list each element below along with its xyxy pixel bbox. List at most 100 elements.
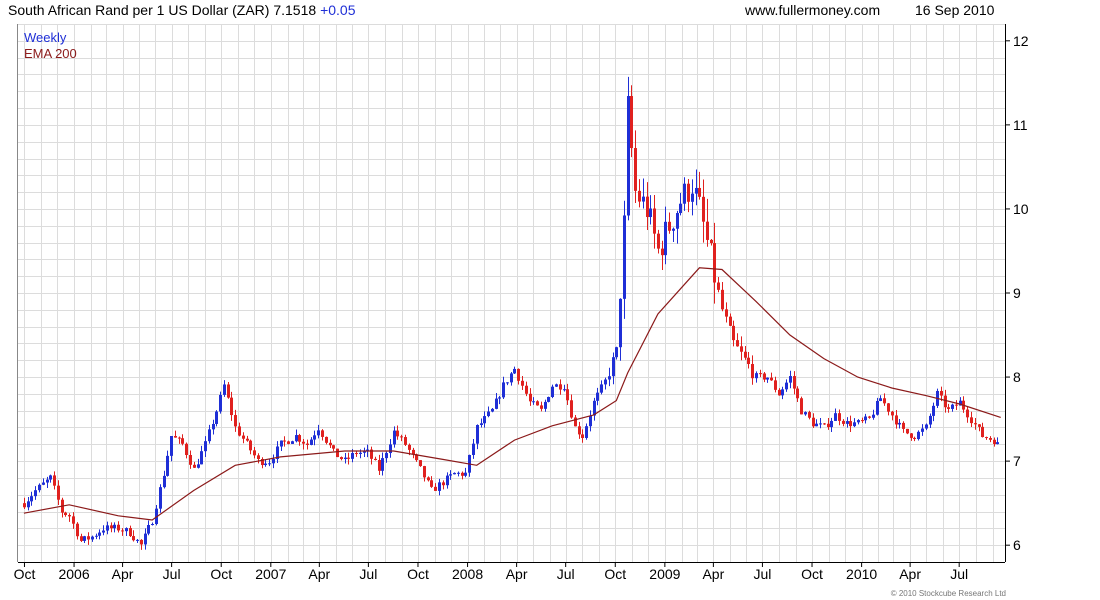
candle-body <box>83 536 86 541</box>
candle-body <box>332 445 335 449</box>
candle-body <box>498 397 501 399</box>
candle-body <box>457 472 460 474</box>
candle-body <box>125 528 128 532</box>
candle-body <box>713 243 716 283</box>
x-tick-label: 2009 <box>649 566 680 582</box>
candle-body <box>321 430 324 437</box>
candle-body <box>929 415 932 425</box>
candle-body <box>913 437 916 440</box>
y-tick-label: 6 <box>1013 537 1021 553</box>
candle-body <box>532 401 535 403</box>
candle-body <box>166 455 169 476</box>
candle-body <box>506 382 509 384</box>
candle-body <box>268 463 271 465</box>
candle-body <box>385 453 388 459</box>
candle-body <box>759 373 762 375</box>
candle-body <box>536 401 539 406</box>
candle-body <box>827 423 830 428</box>
candle-body <box>95 535 98 537</box>
candle-body <box>147 525 150 534</box>
candle-body <box>917 431 920 440</box>
x-tick-label: Oct <box>210 566 232 582</box>
candle-body <box>347 457 350 459</box>
candle-body <box>751 364 754 379</box>
candle-body <box>623 215 626 299</box>
candle-body <box>98 532 101 536</box>
candle-body <box>747 357 750 365</box>
y-tick-label: 12 <box>1013 33 1029 49</box>
candle-body <box>653 208 656 234</box>
candle-body <box>453 472 456 475</box>
x-tick-label: 2010 <box>846 566 877 582</box>
candle-body <box>676 213 679 229</box>
candle-body <box>721 289 724 310</box>
candle-body <box>736 340 739 347</box>
candle-body <box>683 183 686 204</box>
candle-body <box>351 453 354 459</box>
candle-body <box>570 400 573 418</box>
candle-body <box>770 377 773 381</box>
candle-body <box>947 407 950 409</box>
candle-body <box>921 428 924 432</box>
candle-body <box>480 423 483 425</box>
x-tick-label: Apr <box>308 566 330 582</box>
candle-body <box>563 389 566 391</box>
candle-body <box>940 390 943 396</box>
candle-body <box>38 484 41 491</box>
candle-body <box>302 441 305 444</box>
candle-body <box>197 464 200 468</box>
candle-body <box>902 422 905 429</box>
candle-body <box>615 347 618 358</box>
candle-body <box>627 96 630 216</box>
y-tick-label: 11 <box>1013 117 1028 133</box>
x-tick-label: Apr <box>899 566 921 582</box>
candle-body <box>717 282 720 290</box>
candle-body <box>193 464 196 468</box>
candle-body <box>510 373 513 383</box>
candle-body <box>646 196 649 218</box>
candle-body <box>608 376 611 380</box>
x-tick-label: Jul <box>163 566 181 582</box>
candle-body <box>53 475 56 486</box>
candle-body <box>30 496 33 502</box>
candle-body <box>34 490 37 497</box>
candle-body <box>283 440 286 442</box>
candle-body <box>698 187 701 197</box>
candle-body <box>396 430 399 437</box>
x-tick-label: Jul <box>557 566 575 582</box>
candle-body <box>491 408 494 412</box>
candle-body <box>280 440 283 447</box>
candle-body <box>581 434 584 438</box>
candle-body <box>306 443 309 445</box>
candle-body <box>234 415 237 427</box>
legend-weekly: Weekly <box>24 30 67 45</box>
candle-body <box>223 384 226 395</box>
candle-body <box>487 411 490 417</box>
x-tick-label: Oct <box>604 566 626 582</box>
candle-body <box>966 409 969 418</box>
candle-body <box>732 325 735 341</box>
candle-body <box>393 430 396 445</box>
candle-body <box>46 479 49 483</box>
candle-body <box>879 398 882 401</box>
candle-body <box>374 458 377 461</box>
candle-body <box>42 482 45 485</box>
candle-body <box>906 428 909 434</box>
candle-body <box>140 539 143 545</box>
candlestick-chart: 6 7 8 9 10 11 12 Oct 2006 Apr Jul Oct 2007 Apr Jul Oct 2… <box>14 24 1029 582</box>
candle-body <box>785 382 788 390</box>
candle-body <box>408 444 411 450</box>
candle-body <box>895 415 898 425</box>
x-tick-label: Jul <box>950 566 968 582</box>
x-tick-label: Apr <box>506 566 528 582</box>
candle-body <box>585 426 588 438</box>
candle-body <box>91 536 94 540</box>
x-tick-label: 2007 <box>255 566 286 582</box>
candle-body <box>932 405 935 416</box>
candle-body <box>253 450 256 456</box>
candle-body <box>555 384 558 387</box>
candle-body <box>483 416 486 424</box>
candle-body <box>925 424 928 429</box>
candle-body <box>106 525 109 531</box>
candle-body <box>378 460 381 471</box>
